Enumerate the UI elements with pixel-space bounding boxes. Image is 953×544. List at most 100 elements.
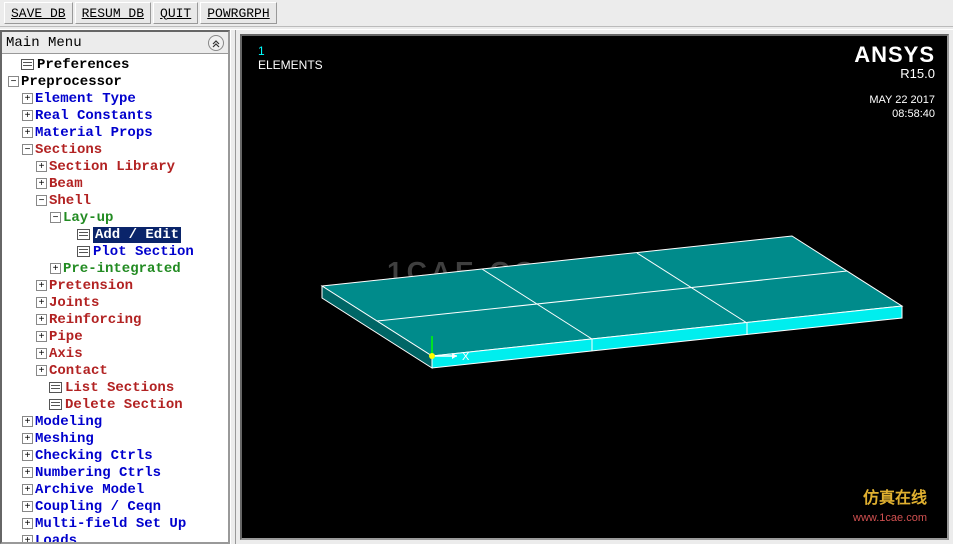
plot-type-label: ELEMENTS [258,58,323,72]
main-menu-header: Main Menu [2,32,228,54]
expand-icon[interactable]: + [36,314,47,325]
tree-item[interactable]: +Pipe [4,328,226,345]
expand-icon[interactable]: + [22,110,33,121]
tree-item[interactable]: +Reinforcing [4,311,226,328]
tree-item[interactable]: +Multi-field Set Up [4,515,226,532]
tree-item[interactable]: Preferences [4,56,226,73]
main-menu-title: Main Menu [6,35,82,51]
tree-item[interactable]: +Real Constants [4,107,226,124]
expand-icon[interactable]: + [36,161,47,172]
tree-item-label: Pretension [49,278,133,294]
tree-item-label: Archive Model [35,482,144,498]
save-db-button[interactable]: SAVE_DB [4,2,73,24]
expand-icon[interactable]: + [22,518,33,529]
tree-item[interactable]: +Pre-integrated [4,260,226,277]
tree-item-label: Coupling / Ceqn [35,499,161,515]
action-icon [49,399,62,410]
collapse-icon[interactable] [208,35,224,51]
quit-button[interactable]: QUIT [153,2,198,24]
watermark-zh: 仿真在线 [853,488,927,510]
expand-icon[interactable]: + [22,127,33,138]
expand-icon[interactable]: + [36,178,47,189]
action-icon [77,229,90,240]
graphics-viewport[interactable]: 1 ELEMENTS ANSYS R15.0 MAY 22 2017 08:58… [240,34,949,540]
tree-item-label: Material Props [35,125,153,141]
tree-item[interactable]: +Section Library [4,158,226,175]
collapse-icon[interactable]: − [22,144,33,155]
expand-icon[interactable]: + [22,450,33,461]
tree-item-label: Element Type [35,91,136,107]
tree-item[interactable]: +Archive Model [4,481,226,498]
action-icon [77,246,90,257]
tree-item[interactable]: +Joints [4,294,226,311]
tree-item[interactable]: −Sections [4,141,226,158]
tree-item[interactable]: Add / Edit [4,226,226,243]
brand-label: ANSYS [854,42,935,68]
tree-item[interactable]: +Beam [4,175,226,192]
tree-item-label: Preprocessor [21,74,122,90]
tree-item-label: Multi-field Set Up [35,516,186,532]
tree-item[interactable]: −Preprocessor [4,73,226,90]
tree-item[interactable]: +Axis [4,345,226,362]
watermark-footer: 仿真在线 www.1cae.com [853,488,927,526]
axis-x-label: X [462,351,470,363]
tree-item-label: Plot Section [93,244,194,260]
tree-item-label: Add / Edit [93,227,181,243]
expand-icon[interactable]: + [22,501,33,512]
tree-item[interactable]: +Element Type [4,90,226,107]
tree-item-label: Section Library [49,159,175,175]
expand-icon[interactable]: + [36,365,47,376]
tree-item-label: Axis [49,346,83,362]
expand-icon[interactable]: + [22,416,33,427]
expand-icon[interactable]: + [22,433,33,444]
tree-item-label: Loads [35,533,77,543]
tree-item-label: Lay-up [63,210,113,226]
expand-icon[interactable]: + [36,297,47,308]
expand-icon[interactable]: + [22,467,33,478]
fe-model: X [282,226,922,406]
tree-item[interactable]: +Meshing [4,430,226,447]
expand-icon[interactable]: + [22,484,33,495]
expand-icon[interactable]: + [36,348,47,359]
tree-item[interactable]: +Pretension [4,277,226,294]
tree-item[interactable]: +Checking Ctrls [4,447,226,464]
tree-item-label: Meshing [35,431,94,447]
resum-db-button[interactable]: RESUM_DB [75,2,151,24]
tree-item[interactable]: +Coupling / Ceqn [4,498,226,515]
tree-item[interactable]: List Sections [4,379,226,396]
version-label: R15.0 [900,66,935,81]
tree-item[interactable]: +Material Props [4,124,226,141]
tree-item[interactable]: +Numbering Ctrls [4,464,226,481]
toolbar: SAVE_DB RESUM_DB QUIT POWRGRPH [0,0,953,26]
time-label: 08:58:40 [892,108,935,120]
powrgrph-button[interactable]: POWRGRPH [200,2,276,24]
tree-item-label: Checking Ctrls [35,448,153,464]
tree-item[interactable]: +Contact [4,362,226,379]
expand-icon[interactable]: + [22,535,33,542]
tree-item-label: Pre-integrated [63,261,181,277]
tree-item[interactable]: +Loads [4,532,226,542]
tree-item-label: Pipe [49,329,83,345]
tree-item-label: Preferences [37,57,129,73]
tree-item[interactable]: Plot Section [4,243,226,260]
tree-item-label: Modeling [35,414,102,430]
collapse-icon[interactable]: − [8,76,19,87]
collapse-icon[interactable]: − [50,212,61,223]
tree-item-label: Shell [49,193,91,209]
expand-icon[interactable]: + [36,280,47,291]
tree-item[interactable]: −Shell [4,192,226,209]
expand-icon[interactable]: + [22,93,33,104]
tree-item-label: Reinforcing [49,312,141,328]
window-number: 1 [258,44,265,58]
expand-icon[interactable]: + [50,263,61,274]
expand-icon[interactable]: + [36,331,47,342]
tree-item[interactable]: Delete Section [4,396,226,413]
tree-item-label: Numbering Ctrls [35,465,161,481]
tree-item[interactable]: −Lay-up [4,209,226,226]
action-icon [21,59,34,70]
tree-item[interactable]: +Modeling [4,413,226,430]
tree-item-label: Contact [49,363,108,379]
tree-item-label: Sections [35,142,102,158]
tree-item-label: Joints [49,295,99,311]
collapse-icon[interactable]: − [36,195,47,206]
